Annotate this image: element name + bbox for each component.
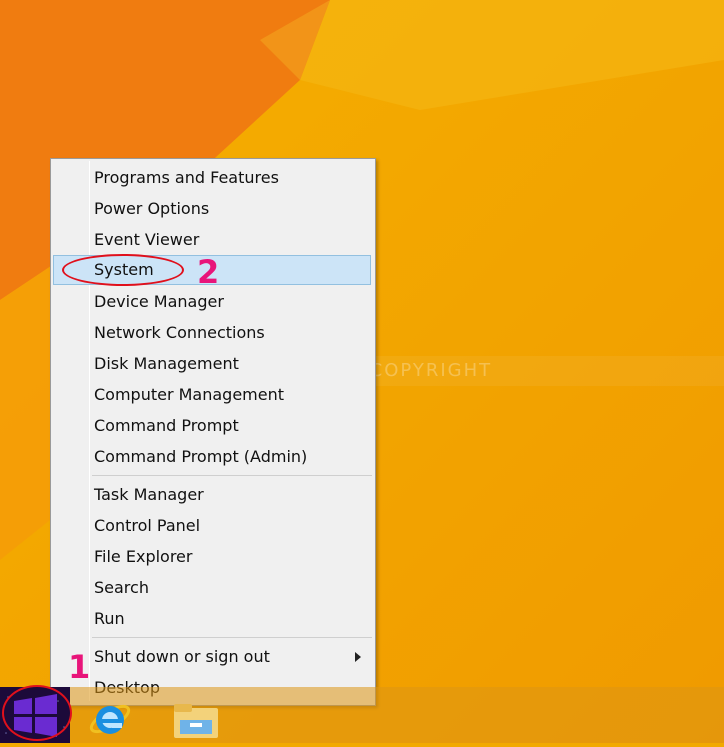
power-user-menu: Programs and Features Power Options Even…: [50, 158, 376, 706]
menu-item-power-options[interactable]: Power Options: [53, 194, 371, 224]
menu-item-shut-down-or-sign-out[interactable]: Shut down or sign out: [53, 642, 371, 672]
step-1-label: 1: [68, 648, 91, 686]
menu-item-network-connections[interactable]: Network Connections: [53, 318, 371, 348]
menu-item-command-prompt[interactable]: Command Prompt: [53, 411, 371, 441]
menu-separator: [92, 475, 372, 476]
annotation-ring-start: [2, 685, 72, 741]
step-2-label: 2: [197, 253, 220, 291]
menu-item-device-manager[interactable]: Device Manager: [53, 287, 371, 317]
menu-item-command-prompt-admin[interactable]: Command Prompt (Admin): [53, 442, 371, 472]
annotation-ring-system: [62, 254, 184, 286]
menu-item-control-panel[interactable]: Control Panel: [53, 511, 371, 541]
menu-item-disk-management[interactable]: Disk Management: [53, 349, 371, 379]
menu-item-event-viewer[interactable]: Event Viewer: [53, 225, 371, 255]
menu-item-label: Shut down or sign out: [94, 647, 270, 666]
internet-explorer-icon[interactable]: [84, 694, 136, 743]
menu-item-computer-management[interactable]: Computer Management: [53, 380, 371, 410]
menu-item-programs-and-features[interactable]: Programs and Features: [53, 163, 371, 193]
menu-item-run[interactable]: Run: [53, 604, 371, 634]
file-explorer-icon[interactable]: [170, 694, 222, 743]
menu-item-task-manager[interactable]: Task Manager: [53, 480, 371, 510]
menu-separator: [92, 637, 372, 638]
menu-item-file-explorer[interactable]: File Explorer: [53, 542, 371, 572]
menu-item-search[interactable]: Search: [53, 573, 371, 603]
submenu-arrow-icon: [355, 652, 361, 662]
